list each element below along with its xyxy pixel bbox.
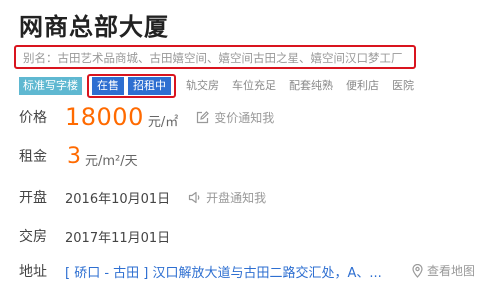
alias-text: 别名：古田艺术品商城、古田嬉空间、嬉空间古田之星、嬉空间汉口梦工厂 <box>23 51 403 65</box>
tag-parking: 车位充足 <box>232 79 276 92</box>
opening-notify-label: 开盘通知我 <box>206 190 267 205</box>
address-link[interactable]: [ 硚口 - 古田 ] 汉口解放大道与古田二路交汇处，A、... <box>65 262 382 281</box>
rent-label: 租金 <box>19 149 47 165</box>
tag-for-sale: 在售 <box>92 77 124 95</box>
delivery-row: 交房 2017年11月01日 <box>19 226 170 246</box>
opening-label: 开盘 <box>19 190 47 206</box>
speaker-icon <box>189 191 200 203</box>
price-change-notify-label: 变价通知我 <box>214 110 275 125</box>
delivery-date: 2017年11月01日 <box>65 230 171 246</box>
tag-standard-office: 标准写字楼 <box>19 77 82 95</box>
rent-row: 租金 3 元/m²/天 <box>19 143 138 169</box>
tag-convenience-store: 便利店 <box>346 79 379 92</box>
map-pin-icon <box>412 263 423 278</box>
tag-amenities: 配套纯熟 <box>289 79 333 92</box>
price-label: 价格 <box>19 110 47 126</box>
opening-row: 开盘 2016年10月01日 开盘通知我 <box>19 187 266 207</box>
edit-icon <box>197 110 210 123</box>
view-map-label: 查看地图 <box>427 264 476 278</box>
rent-value: 3 <box>67 143 81 169</box>
opening-notify-link[interactable]: 开盘通知我 <box>188 189 266 206</box>
price-unit: 元/㎡ <box>147 114 179 130</box>
address-label: 地址 <box>19 264 47 280</box>
tag-hospital: 医院 <box>392 79 414 92</box>
tag-for-rent: 招租中 <box>128 77 171 95</box>
tag-list: 标准写字楼 在售 招租中 轨交房 车位充足 配套纯熟 便利店 医院 <box>19 74 423 98</box>
alias-highlight-box: 别名：古田艺术品商城、古田嬉空间、嬉空间古田之星、嬉空间汉口梦工厂 <box>14 45 416 69</box>
tag-metro: 轨交房 <box>186 79 219 92</box>
delivery-label: 交房 <box>19 229 47 245</box>
price-change-notify-link[interactable]: 变价通知我 <box>196 109 274 126</box>
rent-unit: 元/m²/天 <box>85 153 138 169</box>
building-title: 网商总部大厦 <box>19 13 169 41</box>
price-row: 价格 18000 元/㎡ 变价通知我 <box>19 103 274 131</box>
address-row: 地址 [ 硚口 - 古田 ] 汉口解放大道与古田二路交汇处，A、... <box>19 261 382 281</box>
price-value: 18000 <box>65 103 144 131</box>
status-highlight-box: 在售 招租中 <box>87 74 176 98</box>
view-map-link[interactable]: 查看地图 <box>412 262 475 279</box>
opening-date: 2016年10月01日 <box>65 191 171 207</box>
